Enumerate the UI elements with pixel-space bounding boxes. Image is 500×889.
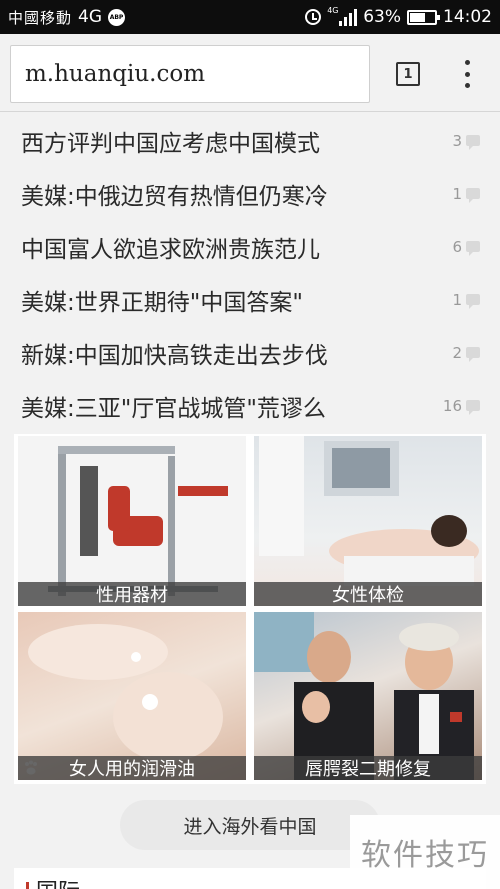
- section-accent-bar: [26, 882, 29, 889]
- comment-icon: [466, 135, 480, 150]
- watermark: 软件技巧: [350, 815, 500, 889]
- battery-icon: [407, 9, 440, 25]
- comment-icon: [466, 188, 480, 203]
- comment-icon: [466, 241, 480, 256]
- comment-icon: [466, 347, 480, 362]
- image-tile-lubricant[interactable]: 女人用的润滑油: [18, 612, 246, 780]
- headline-title[interactable]: 中国富人欲追求欧洲贵族范儿: [21, 230, 452, 264]
- comment-count: 3: [452, 131, 462, 150]
- comment-icon: [466, 294, 480, 309]
- headline-title[interactable]: 美媒:世界正期待"中国答案": [21, 283, 452, 317]
- headline-list: 西方评判中国应考虑中国模式 3 美媒:中俄边贸有热情但仍寒冷 1 中国富人欲追求…: [0, 114, 500, 432]
- headline-item[interactable]: 西方评判中国应考虑中国模式 3: [0, 114, 500, 167]
- network-type: 4G: [78, 7, 103, 27]
- clock: 14:02: [443, 7, 492, 27]
- section-title: 国际: [36, 874, 80, 889]
- comment-icon: [466, 400, 480, 415]
- overflow-menu-icon[interactable]: [460, 60, 474, 88]
- headline-item[interactable]: 美媒:世界正期待"中国答案" 1: [0, 273, 500, 326]
- battery-percent: 63%: [363, 7, 401, 27]
- headline-title[interactable]: 美媒:三亚"厅官战城管"荒谬么: [21, 389, 443, 423]
- image-grid: 性用器材 女性体检 女人用的润滑油 唇腭裂二期修复: [14, 434, 486, 784]
- alarm-icon: [305, 9, 322, 25]
- comment-count: 16: [442, 396, 462, 415]
- adblock-icon: ABP: [108, 8, 126, 26]
- tile-caption: 性用器材: [18, 582, 246, 606]
- battery-fill: [410, 12, 426, 22]
- url-field[interactable]: m.huanqiu.com: [10, 45, 370, 103]
- image-tile-womens-checkup[interactable]: 女性体检: [254, 436, 482, 606]
- headline-item[interactable]: 中国富人欲追求欧洲贵族范儿 6: [0, 220, 500, 273]
- tile-caption: 唇腭裂二期修复: [254, 756, 482, 780]
- status-bar: 中國移動 4G ABP 4G 63% 14:02: [0, 0, 500, 34]
- headline-item[interactable]: 美媒:中俄边贸有热情但仍寒冷 1: [0, 167, 500, 220]
- comment-count: 1: [452, 184, 462, 203]
- image-tile-cleft-lip-repair[interactable]: 唇腭裂二期修复: [254, 612, 482, 780]
- tile-caption: 女人用的润滑油: [18, 756, 246, 780]
- headline-title[interactable]: 新媒:中国加快高铁走出去步伐: [21, 336, 452, 370]
- signal-icon: 4G: [327, 6, 358, 26]
- headline-item[interactable]: 美媒:三亚"厅官战城管"荒谬么 16: [0, 379, 500, 432]
- image-tile-fitness-equipment[interactable]: 性用器材: [18, 436, 246, 606]
- signal-network-tag: 4G: [327, 6, 339, 15]
- comment-count: 1: [452, 290, 462, 309]
- browser-toolbar: m.huanqiu.com 1: [0, 34, 500, 112]
- tab-switcher-button[interactable]: 1: [396, 62, 420, 86]
- comment-count: 2: [452, 343, 462, 362]
- comment-count: 6: [452, 237, 462, 256]
- enter-overseas-button[interactable]: 进入海外看中国: [120, 800, 380, 850]
- tile-caption: 女性体检: [254, 582, 482, 606]
- headline-title[interactable]: 美媒:中俄边贸有热情但仍寒冷: [21, 177, 452, 211]
- headline-title[interactable]: 西方评判中国应考虑中国模式: [21, 124, 452, 158]
- carrier-name: 中國移動: [8, 8, 73, 27]
- headline-item[interactable]: 新媒:中国加快高铁走出去步伐 2: [0, 326, 500, 379]
